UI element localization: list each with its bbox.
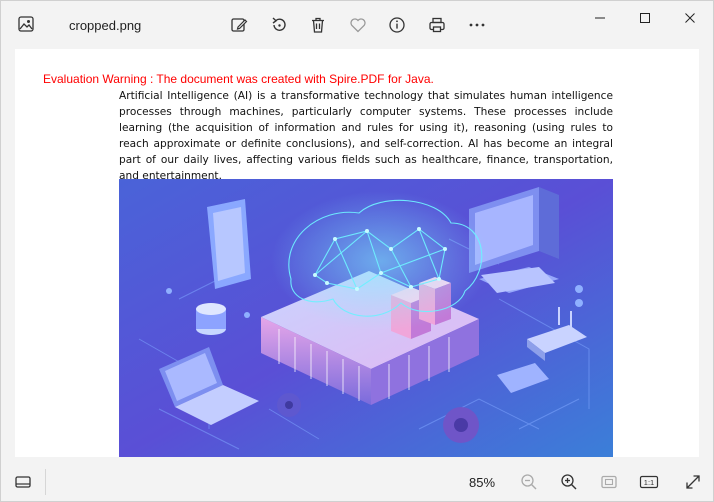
favorite-button[interactable] [346, 13, 370, 37]
document-paragraph: Artificial Intelligence (AI) is a transf… [119, 90, 613, 182]
title-bar: cropped.png [1, 1, 713, 49]
close-button[interactable] [675, 7, 705, 29]
zoom-level: 85% [469, 475, 496, 490]
zoom-in-button[interactable] [557, 470, 581, 494]
full-screen-button[interactable] [681, 470, 705, 494]
image-viewport[interactable]: Evaluation Warning : The document was cr… [15, 49, 699, 457]
fit-to-window-button[interactable] [597, 470, 621, 494]
actual-size-button[interactable]: 1:1 [637, 470, 661, 494]
actual-size-label: 1:1 [644, 478, 654, 487]
maximize-button[interactable] [630, 7, 660, 29]
delete-button[interactable] [306, 13, 330, 37]
minimize-button[interactable] [585, 7, 615, 29]
evaluation-warning: Evaluation Warning : The document was cr… [43, 72, 434, 86]
ai-brain-illustration [119, 179, 613, 457]
gear-stack-icon [196, 303, 226, 335]
status-bar: 85% 1:1 [1, 461, 713, 501]
filmstrip-toggle-button[interactable] [11, 470, 35, 494]
print-button[interactable] [425, 13, 449, 37]
app-icon [17, 15, 35, 33]
edit-image-button[interactable] [227, 13, 251, 37]
photo-viewer-window: cropped.png Evaluation Warning: The doc… [0, 0, 714, 502]
status-divider [45, 469, 46, 495]
window-title: cropped.png [69, 18, 142, 33]
more-options-button[interactable] [465, 13, 489, 37]
info-button[interactable] [385, 13, 409, 37]
zoom-out-button[interactable] [517, 470, 541, 494]
rotate-button[interactable] [267, 13, 291, 37]
